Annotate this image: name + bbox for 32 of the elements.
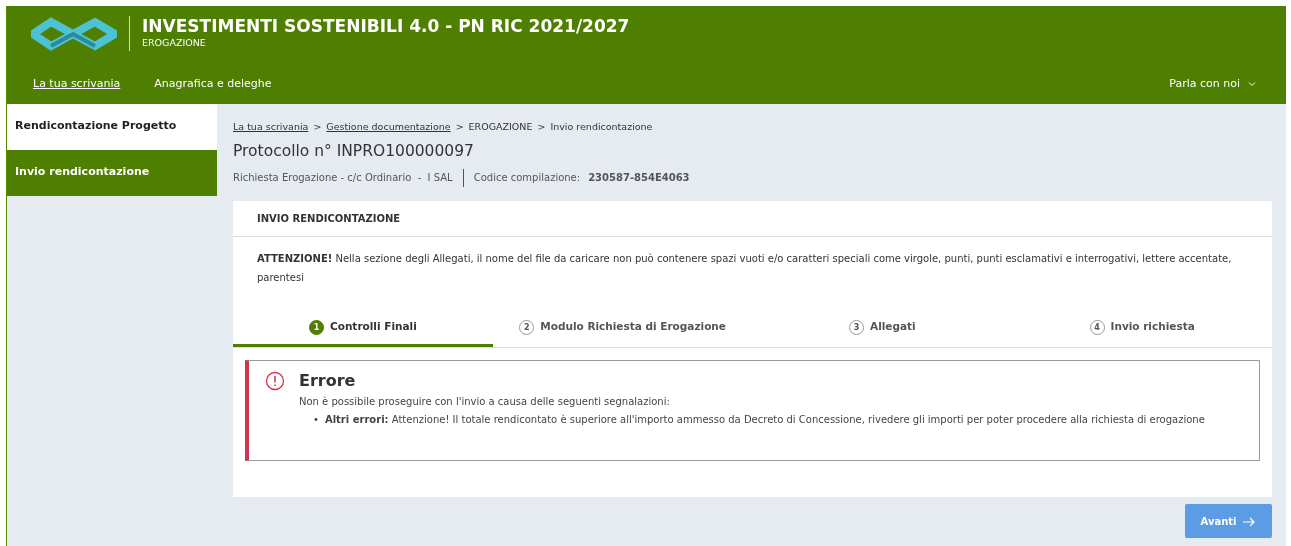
chevron-down-icon [1248,80,1256,87]
step-tab[interactable]: 1 Controlli Finali [233,312,493,347]
breadcrumb-item: EROGAZIONE [468,121,533,132]
arrow-right-icon [1242,516,1257,527]
request-info: Richiesta Erogazione - c/c Ordinario - I SAL [233,171,453,185]
warning-text: ATTENZIONE! Nella sezione degli Allegati, il nome del file da caricare non può contenere spazi vuoti e/o caratteri speciali come virgole, punti, punti esclamativi e interrogativi, lettere accentate, parentesi [256,251,1233,285]
error-item: Altri errori: Attenzione! Il totale rendicontato è superiore all'importo ammesso da Decreto di Concessione, rivedere gli importi per poter procedere alla richiesta di erogazione [324,412,1205,427]
breadcrumb-item: Invio rendicontazione [550,121,653,132]
breadcrumb-separator: > [455,121,464,132]
app-title: INVESTIMENTI SOSTENIBILI 4.0 - PN RIC 2021/2027 [142,16,630,37]
breadcrumb-separator: > [313,121,322,132]
logo-icon [31,16,117,52]
nav-link[interactable]: La tua scrivania [33,75,121,92]
chat-link[interactable]: Parla con noi [1169,75,1256,92]
error-message: Non è possibile proseguire con l'invio a causa delle seguenti segnalazioni: [299,394,671,409]
code-value: 230587-854E4063 [588,171,690,185]
sidebar-item[interactable]: Invio rendicontazione [7,150,217,196]
panel-title: INVIO RENDICONTAZIONE [233,200,1272,237]
breadcrumb-link[interactable]: Gestione documentazione [326,121,451,132]
step-tab[interactable]: 2 Modulo Richiesta di Erogazione [492,312,753,347]
error-title: Errore [299,370,357,390]
step-tab[interactable]: 3 Allegati [752,312,1013,347]
alert-icon [265,370,285,391]
step-tab[interactable]: 4 Invio richiesta [1012,312,1272,347]
nav-link[interactable]: Anagrafica e deleghe [154,75,272,92]
breadcrumb-link[interactable]: La tua scrivania [233,121,309,132]
breadcrumb-separator: > [537,121,546,132]
sidebar-item[interactable]: Rendicontazione Progetto [7,104,217,150]
protocol-title: Protocollo n° INPRO100000097 [233,141,475,163]
app-subtitle: EROGAZIONE [142,36,207,51]
bullet: • [313,412,319,427]
code-label: Codice compilazione: [473,171,581,185]
